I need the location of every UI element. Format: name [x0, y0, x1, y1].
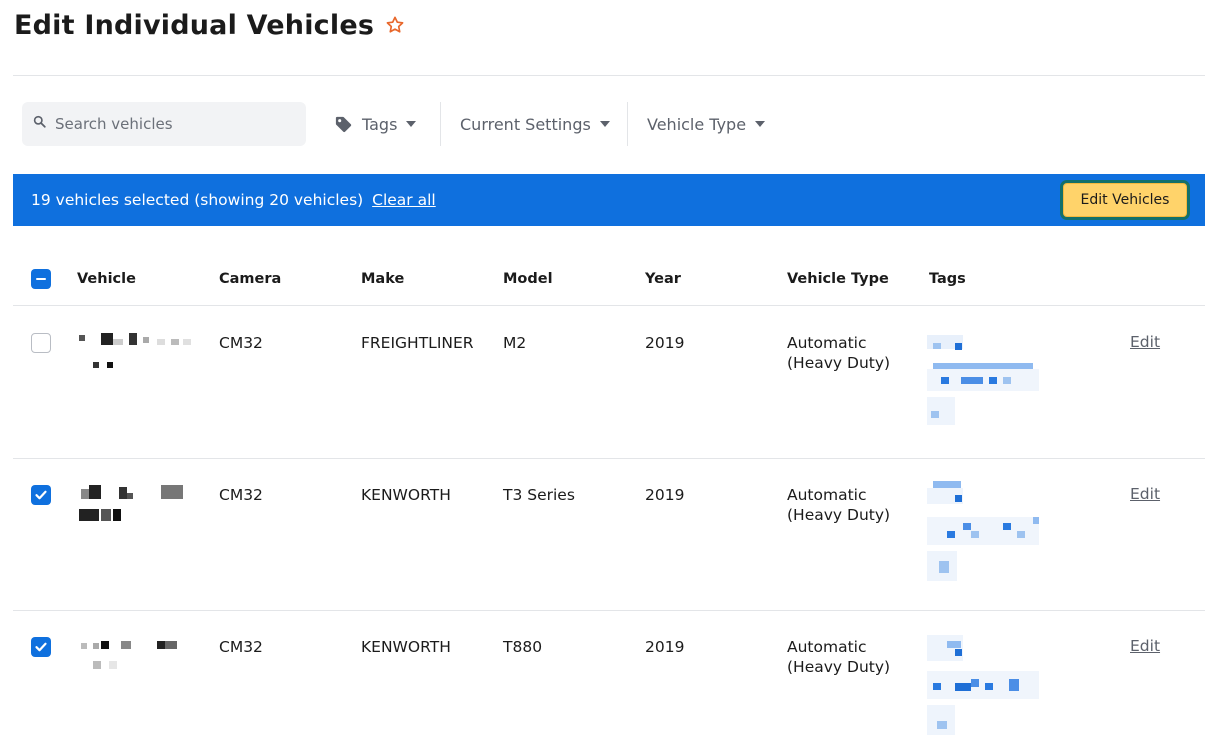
column-header-vehicle-type[interactable]: Vehicle Type	[787, 271, 889, 287]
tags-redacted	[927, 635, 1043, 735]
minus-icon	[36, 277, 46, 281]
row-checkbox[interactable]	[31, 637, 51, 657]
tags-filter-label: Tags	[362, 114, 398, 134]
header-divider	[13, 75, 1205, 76]
vehicle-type-filter-label: Vehicle Type	[647, 114, 747, 134]
model-cell: T3 Series	[503, 486, 575, 504]
row-checkbox[interactable]	[31, 485, 51, 505]
select-all-checkbox[interactable]	[31, 269, 51, 289]
year-cell: 2019	[645, 486, 685, 504]
edit-row-link[interactable]: Edit	[1130, 333, 1160, 351]
column-header-vehicle[interactable]: Vehicle	[77, 271, 136, 287]
table-row[interactable]: CM32 KENWORTH T880 2019 Automatic (Heavy…	[13, 611, 1205, 751]
table-row[interactable]: CM32 KENWORTH T3 Series 2019 Automatic (…	[13, 459, 1205, 611]
filter-divider	[440, 102, 441, 146]
vehicle-type-cell: Automatic (Heavy Duty)	[787, 333, 890, 373]
year-cell: 2019	[645, 334, 685, 352]
page-title: Edit Individual Vehicles	[14, 9, 375, 41]
vehicle-type-line2: (Heavy Duty)	[787, 658, 891, 676]
row-checkbox[interactable]	[31, 333, 51, 353]
column-header-make[interactable]: Make	[361, 271, 404, 287]
year-cell: 2019	[645, 638, 685, 656]
column-header-model[interactable]: Model	[503, 271, 553, 287]
search-box[interactable]	[22, 102, 306, 146]
search-icon	[33, 115, 46, 133]
current-settings-filter-label: Current Settings	[460, 114, 591, 134]
column-header-camera[interactable]: Camera	[219, 271, 281, 287]
table-row[interactable]: CM32 FREIGHTLINER M2 2019 Automatic (Hea…	[13, 307, 1205, 459]
edit-vehicles-button[interactable]: Edit Vehicles	[1060, 180, 1190, 220]
vehicle-type-line1: Automatic	[787, 486, 867, 504]
star-icon[interactable]	[385, 15, 405, 35]
chevron-down-icon	[599, 121, 610, 127]
selection-bar: 19 vehicles selected (showing 20 vehicle…	[13, 174, 1205, 226]
tags-redacted	[927, 335, 1043, 427]
camera-cell: CM32	[219, 638, 263, 656]
checkmark-icon	[35, 642, 47, 652]
checkmark-icon	[35, 490, 47, 500]
chevron-down-icon	[755, 121, 766, 127]
clear-all-link[interactable]: Clear all	[372, 191, 436, 209]
filter-divider	[627, 102, 628, 146]
vehicle-name-redacted	[79, 333, 199, 373]
column-header-tags[interactable]: Tags	[929, 271, 966, 287]
tags-filter-button[interactable]: Tags	[334, 102, 417, 146]
column-header-year[interactable]: Year	[645, 271, 681, 287]
search-input[interactable]	[55, 115, 295, 133]
vehicle-type-line2: (Heavy Duty)	[787, 506, 891, 524]
vehicle-type-line2: (Heavy Duty)	[787, 354, 891, 372]
edit-row-link[interactable]: Edit	[1130, 637, 1160, 655]
camera-cell: CM32	[219, 334, 263, 352]
current-settings-filter-button[interactable]: Current Settings	[460, 102, 610, 146]
vehicle-name-redacted	[79, 639, 199, 679]
filter-bar: Tags Current Settings Vehicle Type	[22, 102, 782, 146]
tags-redacted	[927, 481, 1043, 581]
vehicle-type-cell: Automatic (Heavy Duty)	[787, 485, 890, 525]
vehicle-name-redacted	[79, 485, 199, 525]
chevron-down-icon	[406, 121, 417, 127]
model-cell: M2	[503, 334, 527, 352]
selection-summary: 19 vehicles selected (showing 20 vehicle…	[31, 191, 364, 209]
vehicle-type-cell: Automatic (Heavy Duty)	[787, 637, 890, 677]
table-header: Vehicle Camera Make Model Year Vehicle T…	[13, 258, 1205, 306]
vehicle-type-line1: Automatic	[787, 638, 867, 656]
tag-icon	[334, 115, 353, 134]
selection-summary-wrap: 19 vehicles selected (showing 20 vehicle…	[31, 191, 436, 209]
model-cell: T880	[503, 638, 543, 656]
page-header: Edit Individual Vehicles	[14, 8, 405, 42]
vehicle-type-line1: Automatic	[787, 334, 867, 352]
vehicle-type-filter-button[interactable]: Vehicle Type	[647, 102, 766, 146]
make-cell: FREIGHTLINER	[361, 334, 474, 352]
make-cell: KENWORTH	[361, 486, 451, 504]
make-cell: KENWORTH	[361, 638, 451, 656]
camera-cell: CM32	[219, 486, 263, 504]
edit-row-link[interactable]: Edit	[1130, 485, 1160, 503]
